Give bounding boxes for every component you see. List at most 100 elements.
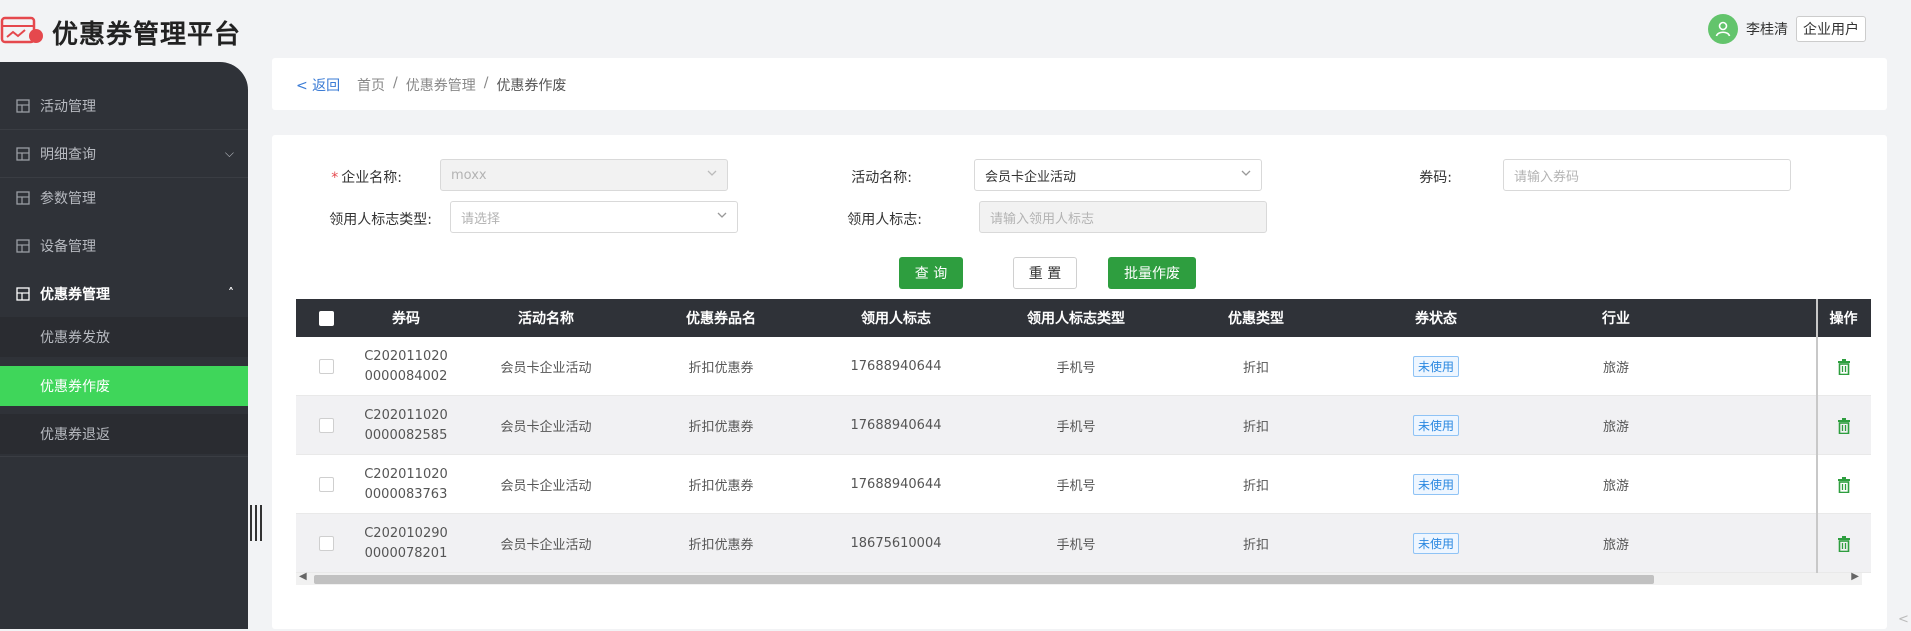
sidebar-item-details[interactable]: 明细查询 ⌵ (0, 130, 248, 177)
receiver-type-cell: 手机号 (1056, 538, 1096, 553)
delete-button[interactable] (1816, 455, 1871, 514)
status-cell: 未使用 (1346, 396, 1526, 455)
delete-button[interactable] (1816, 396, 1871, 455)
menu-grid-icon (16, 286, 30, 301)
row-checkbox[interactable] (296, 337, 356, 396)
top-bar: 优惠券管理平台 李桂清 企业用户 (0, 0, 1911, 62)
reset-button[interactable]: 重 置 (1013, 257, 1077, 289)
breadcrumb-separator: / (393, 75, 398, 91)
scrollbar-thumb[interactable] (314, 575, 1654, 584)
status-cell: 未使用 (1346, 455, 1526, 514)
sidebar-item-label: 活动管理 (40, 98, 96, 115)
sidebar-item-coupons[interactable]: 优惠券管理 ˄ (0, 270, 248, 317)
sidebar-resize-handle[interactable] (250, 505, 264, 541)
sidebar-item-label: 参数管理 (40, 190, 96, 207)
status-badge: 未使用 (1412, 415, 1459, 436)
sidebar-subitem-issue[interactable]: 优惠券发放 (0, 317, 248, 357)
pagination: < 1 > (1898, 607, 1911, 631)
row-checkbox[interactable] (296, 396, 356, 455)
sidebar-subitem-label: 优惠券发放 (40, 330, 110, 346)
chevron-down-icon (717, 212, 727, 218)
table-row: C202011020 0000082585 会员卡企业活动 折扣优惠券 17688… (296, 396, 1871, 455)
chevron-down-icon (1241, 170, 1251, 176)
query-button[interactable]: 查 询 (899, 257, 963, 289)
sidebar-subitem-refund[interactable]: 优惠券退返 (0, 414, 248, 454)
discount-type-cell: 折扣 (1242, 361, 1269, 376)
scroll-right-icon[interactable]: ▶ (1851, 571, 1859, 582)
industry-cell: 旅游 (1602, 538, 1629, 553)
breadcrumb-separator: / (483, 75, 489, 91)
industry-cell: 旅游 (1602, 420, 1629, 435)
breadcrumb-coupon-mgmt[interactable]: 优惠券管理 (406, 75, 476, 95)
batch-void-button[interactable]: 批量作废 (1108, 257, 1196, 289)
back-link[interactable]: < 返回 (296, 75, 340, 95)
discount-type-cell: 折扣 (1242, 479, 1269, 494)
fixed-column-divider (1816, 299, 1818, 581)
row-checkbox[interactable] (296, 455, 356, 514)
receiver-type-label: 领用人标志类型: (329, 212, 432, 228)
divider (0, 456, 248, 457)
delete-button[interactable] (1816, 337, 1871, 396)
receiver-type-select[interactable]: 请选择 (450, 201, 738, 233)
sidebar-subitem-label: 优惠券作废 (40, 379, 110, 395)
sidebar-subitem-void[interactable]: 优惠券作废 (0, 366, 248, 406)
prev-page-button[interactable]: < (1898, 612, 1909, 627)
code-input[interactable]: 请输入券码 (1503, 159, 1791, 191)
activity-label: 活动名称: (851, 170, 912, 186)
table-row: C202010290 0000078201 会员卡企业活动 折扣优惠券 18675… (296, 514, 1871, 573)
menu-grid-icon (16, 190, 30, 205)
trash-icon (1837, 358, 1850, 375)
table-horizontal-scrollbar[interactable]: ◀ ▶ (296, 571, 1862, 585)
table-header: 券码 活动名称 优惠券品名 领用人标志 领用人标志类型 优惠类型 券状态 行业 … (296, 299, 1871, 337)
sidebar: 活动管理 明细查询 ⌵ 参数管理 设备管理 优惠券管理 ˄ 优惠券发放 优惠券作… (0, 62, 248, 629)
sidebar-item-activity[interactable]: 活动管理 (0, 82, 248, 129)
trash-icon (1837, 417, 1850, 434)
product-cell: 折扣优惠券 (688, 361, 754, 376)
header-code: 券码 (392, 311, 420, 327)
scroll-left-icon[interactable]: ◀ (299, 571, 307, 582)
menu-grid-icon (16, 146, 30, 161)
receiver-cell: 17688940644 (850, 418, 942, 433)
header-activity: 活动名称 (518, 311, 574, 327)
company-select[interactable]: moxx (440, 159, 728, 191)
sidebar-item-devices[interactable]: 设备管理 (0, 222, 248, 269)
user-name: 李桂清 (1746, 22, 1788, 38)
receiver-input[interactable]: 请输入领用人标志 (979, 201, 1267, 233)
chevron-down-icon: ⌵ (224, 146, 234, 160)
industry-cell: 旅游 (1602, 479, 1629, 494)
sidebar-item-label: 优惠券管理 (40, 286, 110, 303)
breadcrumb-current: 优惠券作废 (496, 78, 567, 94)
receiver-cell: 17688940644 (850, 477, 942, 492)
product-cell: 折扣优惠券 (688, 479, 754, 494)
user-role-badge: 企业用户 (1796, 16, 1866, 42)
activity-cell: 会员卡企业活动 (500, 479, 592, 494)
breadcrumb-home[interactable]: 首页 (357, 75, 385, 95)
product-cell: 折扣优惠券 (688, 420, 754, 435)
breadcrumb-trail: 首页 / 优惠券管理 / 优惠券作废 (357, 75, 566, 95)
breadcrumb: < 返回 首页 / 优惠券管理 / 优惠券作废 (272, 58, 1887, 110)
receiver-label: 领用人标志: (847, 212, 922, 228)
header-receiver: 领用人标志 (861, 311, 931, 327)
activity-select[interactable]: 会员卡企业活动 (974, 159, 1262, 191)
delete-button[interactable] (1816, 514, 1871, 573)
user-menu[interactable]: 李桂清 企业用户 (1708, 14, 1866, 44)
activity-cell: 会员卡企业活动 (500, 361, 592, 376)
industry-cell: 旅游 (1602, 361, 1629, 376)
status-badge: 未使用 (1412, 533, 1459, 554)
sidebar-item-params[interactable]: 参数管理 (0, 174, 248, 221)
coupon-code: C202011020 0000084002 (364, 348, 448, 384)
table-row: C202011020 0000084002 会员卡企业活动 折扣优惠券 17688… (296, 337, 1871, 396)
status-cell: 未使用 (1346, 514, 1526, 573)
code-label: 券码: (1419, 170, 1452, 186)
header-receiver-type: 领用人标志类型 (1027, 311, 1125, 327)
status-badge: 未使用 (1412, 474, 1459, 495)
select-all-checkbox[interactable] (296, 299, 356, 337)
receiver-cell: 18675610004 (850, 536, 942, 551)
main-panel: * 企业名称: moxx 活动名称: 会员卡企业活动 券码: 请输入券码 领用人标… (272, 135, 1909, 629)
company-label: * 企业名称: (331, 170, 402, 186)
row-checkbox[interactable] (296, 514, 356, 573)
chevron-up-icon: ˄ (228, 286, 234, 300)
header-discount-type: 优惠类型 (1228, 311, 1284, 327)
product-cell: 折扣优惠券 (688, 538, 754, 553)
user-avatar-icon[interactable] (1708, 14, 1738, 44)
